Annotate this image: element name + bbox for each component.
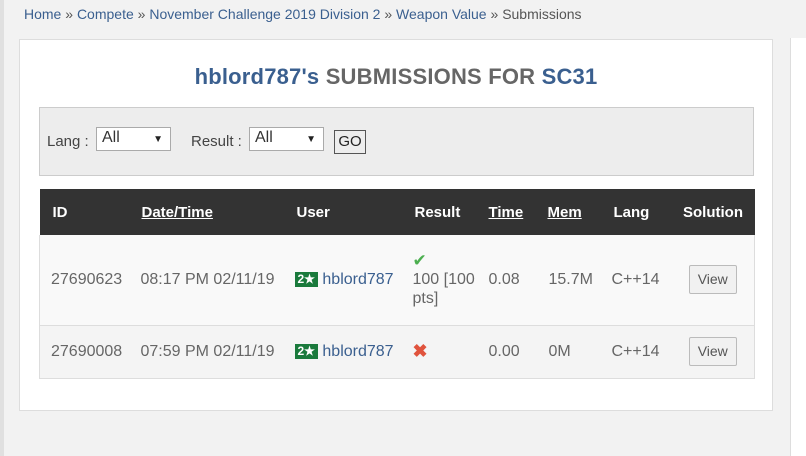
cell-datetime: 08:17 PM 02/11/19	[129, 235, 284, 326]
header-mem[interactable]: Mem	[537, 189, 601, 235]
title-text: SUBMISSIONS FOR	[325, 64, 536, 89]
breadcrumb-current: Submissions	[502, 6, 582, 22]
breadcrumb-separator: »	[384, 6, 393, 22]
cell-mem: 0M	[537, 325, 601, 379]
header-result: Result	[401, 189, 478, 235]
right-sidebar-edge	[790, 38, 806, 456]
lang-select-value: All	[102, 129, 120, 146]
breadcrumb-separator: »	[490, 6, 499, 22]
header-user: User	[283, 189, 402, 235]
breadcrumb-separator: »	[65, 6, 74, 22]
cell-time: 0.08	[477, 235, 538, 326]
check-icon: ✔	[412, 250, 427, 270]
cell-lang: C++14	[600, 235, 672, 326]
cell-id: 27690623	[39, 235, 130, 326]
breadcrumb-compete[interactable]: Compete	[77, 6, 134, 22]
cell-mem: 15.7M	[537, 235, 601, 326]
header-datetime[interactable]: Date/Time	[129, 189, 284, 235]
header-lang: Lang	[600, 189, 672, 235]
result-filter-label: Result :	[191, 133, 242, 150]
view-solution-button[interactable]: View	[688, 265, 737, 295]
submissions-table: ID Date/Time User Result Time Mem Lang S…	[39, 189, 755, 379]
dropdown-arrow-icon: ▼	[306, 134, 316, 145]
page-title: hblord787's SUBMISSIONS FOR SC31	[20, 64, 772, 90]
star-rating-badge: 2★	[294, 272, 318, 288]
header-id: ID	[39, 189, 130, 235]
table-row: 27690623 08:17 PM 02/11/19 2★ hblord787 …	[39, 235, 755, 326]
breadcrumb-home[interactable]: Home	[24, 6, 61, 22]
result-score: 100 [100pts]	[412, 270, 475, 307]
table-row: 27690008 07:59 PM 02/11/19 2★ hblord787 …	[39, 325, 755, 379]
lang-select[interactable]: All ▼	[96, 127, 171, 151]
filter-bar: Lang : All ▼ Result : All ▼ GO	[39, 107, 754, 176]
breadcrumb-contest[interactable]: November Challenge 2019 Division 2	[149, 6, 380, 22]
cell-solution: View	[671, 325, 755, 379]
cell-user: 2★ hblord787	[283, 325, 402, 379]
result-select[interactable]: All ▼	[249, 127, 324, 151]
header-solution: Solution	[671, 189, 755, 235]
star-rating-badge: 2★	[294, 344, 318, 359]
submissions-panel: hblord787's SUBMISSIONS FOR SC31 Lang : …	[19, 39, 773, 411]
username-link[interactable]: hblord787	[322, 343, 393, 360]
username-link[interactable]: hblord787	[322, 271, 393, 288]
cell-lang: C++14	[600, 325, 672, 379]
breadcrumb: Home » Compete » November Challenge 2019…	[24, 6, 582, 22]
title-problem-code[interactable]: SC31	[542, 64, 598, 89]
cell-user: 2★ hblord787	[283, 235, 402, 326]
result-select-value: All	[255, 129, 273, 146]
dropdown-arrow-icon: ▼	[153, 134, 163, 145]
cell-datetime: 07:59 PM 02/11/19	[129, 325, 284, 379]
left-border	[0, 0, 4, 456]
cross-icon: ✖	[412, 340, 428, 361]
table-header-row: ID Date/Time User Result Time Mem Lang S…	[39, 189, 755, 235]
go-button[interactable]: GO	[334, 130, 366, 154]
header-time[interactable]: Time	[477, 189, 538, 235]
lang-filter-label: Lang :	[47, 133, 89, 150]
cell-id: 27690008	[39, 325, 130, 379]
cell-result: ✖	[401, 325, 478, 379]
cell-result: ✔ 100 [100pts]	[401, 235, 478, 326]
breadcrumb-problem[interactable]: Weapon Value	[396, 6, 487, 22]
cell-time: 0.00	[477, 325, 538, 379]
title-username[interactable]: hblord787's	[195, 64, 320, 89]
view-solution-button[interactable]: View	[688, 337, 737, 366]
breadcrumb-separator: »	[137, 6, 146, 22]
cell-solution: View	[671, 235, 755, 326]
